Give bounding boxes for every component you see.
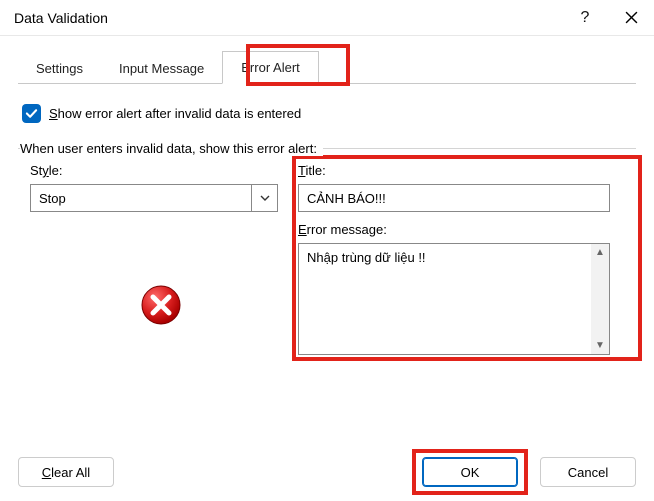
chevron-down-icon <box>260 193 270 203</box>
show-alert-label: Show error alert after invalid data is e… <box>49 106 301 121</box>
style-label: Style: <box>30 163 290 178</box>
tab-bar: Settings Input Message Error Alert <box>18 50 636 84</box>
titlebar: Data Validation ? <box>0 0 654 36</box>
fieldset-label: When user enters invalid data, show this… <box>20 141 323 156</box>
style-select-value: Stop <box>31 185 251 211</box>
show-alert-checkbox[interactable] <box>22 104 41 123</box>
help-button[interactable]: ? <box>562 0 608 36</box>
style-select-arrow[interactable] <box>251 185 277 211</box>
close-button[interactable] <box>608 0 654 36</box>
style-select[interactable]: Stop <box>30 184 278 212</box>
clear-all-button[interactable]: Clear All <box>18 457 114 487</box>
textarea-scrollbar[interactable]: ▲ ▼ <box>591 244 609 354</box>
dialog-title: Data Validation <box>14 10 562 26</box>
close-icon <box>625 11 638 24</box>
cancel-button[interactable]: Cancel <box>540 457 636 487</box>
check-icon <box>25 107 38 120</box>
title-label: Title: <box>298 163 636 178</box>
tab-settings[interactable]: Settings <box>18 53 101 84</box>
show-alert-checkbox-row[interactable]: Show error alert after invalid data is e… <box>22 104 636 123</box>
stop-error-icon <box>140 284 182 326</box>
error-message-textarea[interactable] <box>299 244 591 354</box>
scroll-down-icon[interactable]: ▼ <box>595 340 605 351</box>
ok-button[interactable]: OK <box>422 457 518 487</box>
error-message-label: Error message: <box>298 222 636 237</box>
title-input[interactable] <box>298 184 610 212</box>
scroll-up-icon[interactable]: ▲ <box>595 247 605 258</box>
tab-input-message[interactable]: Input Message <box>101 53 222 84</box>
tab-error-alert[interactable]: Error Alert <box>222 51 319 84</box>
